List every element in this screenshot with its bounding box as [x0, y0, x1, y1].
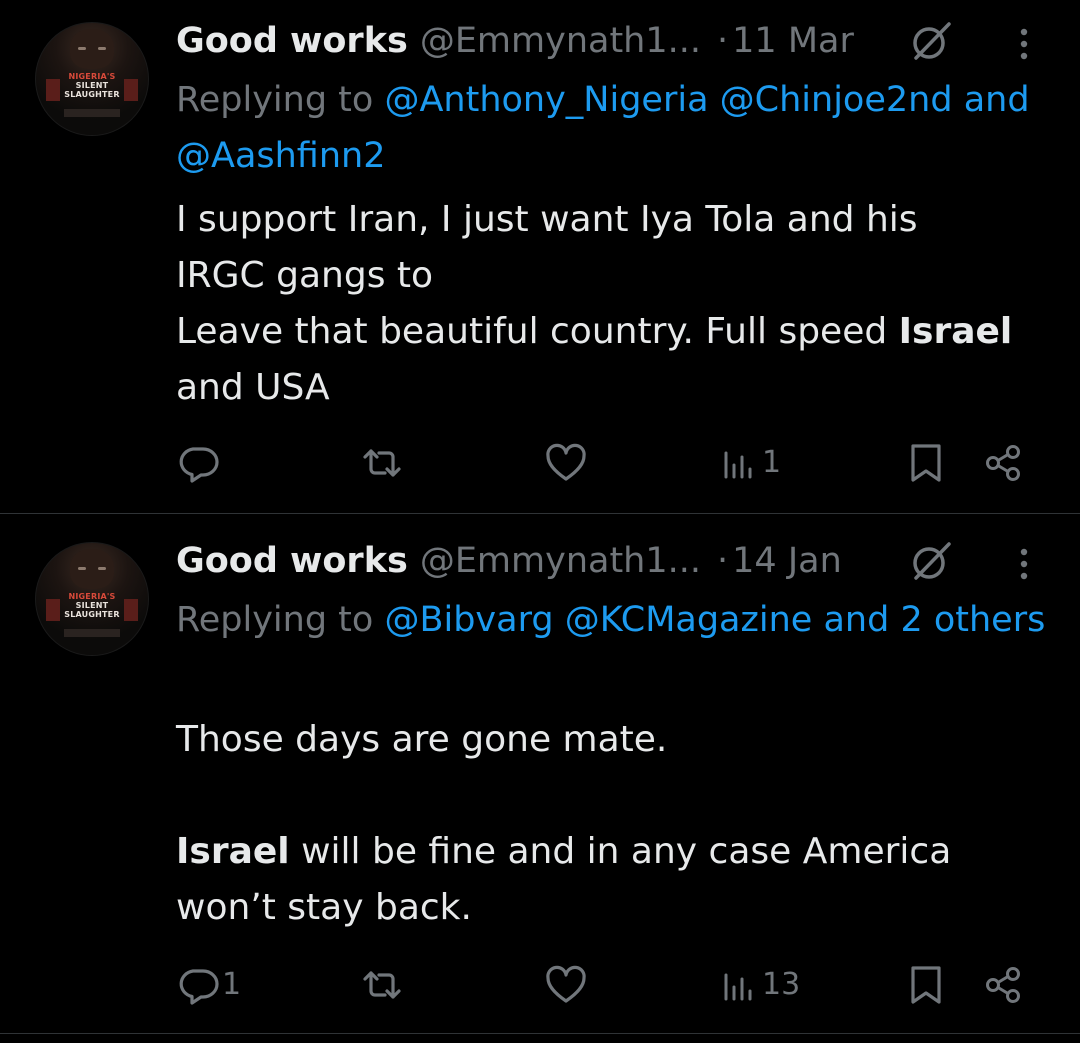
tweet-date[interactable]: 11 Mar	[732, 18, 854, 64]
reply-count: 1	[222, 967, 242, 1002]
replying-to: Replying to @Anthony_Nigeria @Chinjoe2nd…	[176, 72, 1056, 184]
tweet-header: Good works @Emmynath1... · 11 Mar	[176, 18, 854, 64]
replying-others-link[interactable]: others	[934, 600, 1045, 640]
views-button[interactable]: 13	[720, 955, 800, 1015]
views-icon	[724, 451, 752, 479]
separator-dot: ·	[717, 541, 729, 581]
tweet-text-segment: I support Iran, I just want Iya Tola and…	[176, 199, 918, 352]
tweet[interactable]: NIGERIA'S SILENT SLAUGHTER Good works @E…	[0, 514, 1080, 1034]
retweet-icon	[363, 971, 401, 999]
separator-dot: ·	[717, 21, 729, 61]
bookmark-icon	[911, 966, 941, 1004]
tweet-text-segment: and USA	[176, 367, 330, 408]
grok-icon[interactable]	[905, 538, 955, 584]
avatar-poster-text: NIGERIA'S SILENT SLAUGHTER	[64, 592, 120, 619]
tweet[interactable]: NIGERIA'S SILENT SLAUGHTER Good works @E…	[0, 0, 1080, 514]
views-icon	[724, 973, 752, 1001]
tweet-text-bold: Israel	[176, 831, 290, 872]
bookmark-button[interactable]	[906, 433, 946, 493]
tweet-date[interactable]: 14 Jan	[732, 538, 842, 584]
replying-and[interactable]: and 2	[823, 600, 922, 640]
like-icon	[546, 443, 586, 481]
share-button[interactable]	[982, 955, 1026, 1015]
author-handle[interactable]: @Emmynath1...	[420, 18, 701, 64]
author-name[interactable]: Good works	[176, 538, 408, 584]
retweet-button[interactable]	[357, 433, 409, 493]
mention-link[interactable]: @Chinjoe2nd	[720, 80, 953, 120]
action-bar: 1	[0, 433, 1080, 493]
reply-icon	[179, 447, 219, 483]
mention-link[interactable]: @Aashfinn2	[176, 136, 386, 176]
tweet-text-segment: Those days are gone mate.	[176, 719, 668, 760]
tweet-header: Good works @Emmynath1... · 14 Jan	[176, 538, 842, 584]
replying-to: Replying to @Bibvarg @KCMagazine and 2 o…	[176, 592, 1056, 648]
bookmark-icon	[911, 444, 941, 482]
author-name[interactable]: Good works	[176, 18, 408, 64]
retweet-button[interactable]	[357, 955, 409, 1015]
share-icon	[986, 967, 1020, 1003]
tweet-text: Those days are gone mate. Israel will be…	[176, 712, 1066, 936]
more-icon[interactable]	[1004, 542, 1044, 586]
bookmark-button[interactable]	[906, 955, 946, 1015]
share-button[interactable]	[982, 433, 1026, 493]
like-button[interactable]	[543, 433, 591, 493]
mention-link[interactable]: @Bibvarg	[384, 600, 553, 640]
avatar[interactable]: NIGERIA'S SILENT SLAUGHTER	[35, 542, 149, 656]
tweet-text-bold: Israel	[898, 311, 1013, 352]
more-icon[interactable]	[1004, 22, 1044, 66]
tweet-text-segment: will be fine and in any case America won…	[176, 831, 952, 928]
reply-button[interactable]	[176, 433, 222, 493]
like-button[interactable]	[543, 955, 591, 1015]
views-button[interactable]: 1	[720, 433, 781, 493]
reply-button[interactable]: 1	[176, 955, 241, 1015]
action-bar: 1 13	[0, 955, 1080, 1015]
replying-prefix: Replying to	[176, 80, 374, 120]
retweet-icon	[363, 449, 401, 477]
replying-prefix: Replying to	[176, 600, 374, 640]
mention-link[interactable]: @Anthony_Nigeria	[384, 80, 708, 120]
replying-and: and	[963, 80, 1030, 120]
share-icon	[986, 445, 1020, 481]
author-handle[interactable]: @Emmynath1...	[420, 538, 701, 584]
mention-link[interactable]: @KCMagazine	[565, 600, 813, 640]
view-count: 13	[762, 967, 801, 1002]
grok-icon[interactable]	[905, 18, 955, 64]
divider	[0, 1033, 1080, 1034]
tweet-text: I support Iran, I just want Iya Tola and…	[176, 192, 1066, 416]
avatar-poster-text: NIGERIA'S SILENT SLAUGHTER	[64, 72, 120, 99]
like-icon	[546, 965, 586, 1003]
view-count: 1	[762, 445, 782, 480]
avatar[interactable]: NIGERIA'S SILENT SLAUGHTER	[35, 22, 149, 136]
reply-icon	[179, 969, 219, 1005]
